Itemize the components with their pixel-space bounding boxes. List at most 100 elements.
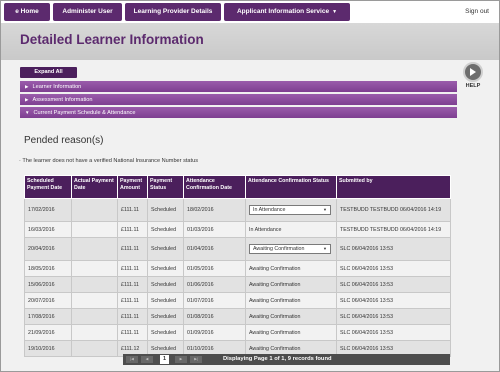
pended-reason-text: The learner does not have a verified Nat… xyxy=(22,158,199,164)
current-page-number[interactable]: 1 xyxy=(160,355,169,364)
cell-actual xyxy=(71,324,118,341)
help-button[interactable]: HELP xyxy=(461,62,485,89)
cell-sched: 15/06/2016 xyxy=(24,276,72,293)
cell-actual xyxy=(71,292,118,309)
table-row: 17/08/2016 £111.11 Scheduled 01/08/2016 Awai… xyxy=(24,308,451,325)
cell-conf-date: 01/08/2016 xyxy=(183,308,246,325)
nav-tab-learning-provider-details[interactable]: Learning Provider Details xyxy=(125,3,221,21)
column-header[interactable]: Actual Payment Date xyxy=(71,175,118,199)
cell-amount: £111.11 xyxy=(117,276,148,293)
cell-submitted-by: TESTBUDD TESTBUDD 06/04/2016 14:19 xyxy=(336,198,451,222)
nav-tab-label: Applicant Information Service xyxy=(236,8,330,15)
column-header[interactable]: Attendance Confirmation Status xyxy=(245,175,337,199)
table-row: 20/07/2016 £111.11 Scheduled 01/07/2016 Awai… xyxy=(24,292,451,309)
nav-tab-administer-user[interactable]: Administer User xyxy=(53,3,122,21)
page-title: Detailed Learner Information xyxy=(20,32,204,47)
cell-conf-date: 01/07/2016 xyxy=(183,292,246,309)
cell-status: Scheduled xyxy=(147,324,184,341)
cell-submitted-by: SLC 06/04/2016 13:53 xyxy=(336,324,451,341)
select-value: In Attendance xyxy=(253,207,286,213)
cell-submitted-by: SLC 06/04/2016 13:53 xyxy=(336,308,451,325)
main-content: Expand All HELP ▶ Learner Information ▶ As… xyxy=(1,60,499,371)
cell-conf-date: 01/06/2016 xyxy=(183,276,246,293)
cell-conf-status: Awaiting Confirmation xyxy=(245,324,337,341)
pagination-bar: |◀ ◀ 1 ▶ ▶| Displaying Page 1 of 1, 9 re… xyxy=(123,354,450,365)
column-header[interactable]: Submitted by xyxy=(336,175,451,199)
cell-submitted-by: SLC 06/04/2016 13:53 xyxy=(336,237,451,261)
first-page-button[interactable]: |◀ xyxy=(126,356,138,363)
cell-sched: 20/07/2016 xyxy=(24,292,72,309)
cell-submitted-by: SLC 06/04/2016 13:53 xyxy=(336,260,451,277)
pended-reasons-heading: Pended reason(s) xyxy=(24,135,104,146)
cell-sched: 18/05/2016 xyxy=(24,260,72,277)
column-header[interactable]: Payment Status xyxy=(147,175,184,199)
table-header-row: Scheduled Payment Date Actual Payment Da… xyxy=(24,175,451,199)
cell-amount: £111.11 xyxy=(117,324,148,341)
cell-conf-status: Awaiting Confirmation xyxy=(245,292,337,309)
help-label: HELP xyxy=(465,83,481,89)
cell-conf-status: Awaiting Confirmation xyxy=(245,260,337,277)
cell-conf-date: 01/04/2016 xyxy=(183,237,246,261)
last-page-button[interactable]: ▶| xyxy=(190,356,202,363)
cell-actual xyxy=(71,260,118,277)
cell-sched: 19/10/2016 xyxy=(24,340,72,357)
cell-status: Scheduled xyxy=(147,198,184,222)
app-window: e Home Administer User Learning Provider… xyxy=(0,0,500,372)
cell-status: Scheduled xyxy=(147,260,184,277)
cell-amount: £111.11 xyxy=(117,260,148,277)
cell-amount: £111.11 xyxy=(117,237,148,261)
column-header[interactable]: Payment Amount xyxy=(117,175,148,199)
cell-status: Scheduled xyxy=(147,237,184,261)
cell-amount: £111.11 xyxy=(117,292,148,309)
cell-sched: 17/08/2016 xyxy=(24,308,72,325)
accordion-learner-information[interactable]: ▶ Learner Information xyxy=(20,81,457,92)
cell-actual xyxy=(71,340,118,357)
attendance-status-select[interactable]: In Attendance ▼ xyxy=(249,205,331,215)
cell-sched: 17/02/2016 xyxy=(24,198,72,222)
top-navigation: e Home Administer User Learning Provider… xyxy=(1,1,499,23)
cell-status: Scheduled xyxy=(147,221,184,238)
cell-conf-status: Awaiting Confirmation ▼ xyxy=(245,237,337,261)
cell-conf-date: 01/09/2016 xyxy=(183,324,246,341)
cell-actual xyxy=(71,198,118,222)
cell-conf-status: In Attendance ▼ xyxy=(245,198,337,222)
previous-page-button[interactable]: ◀ xyxy=(141,356,153,363)
attendance-status-select[interactable]: Awaiting Confirmation ▼ xyxy=(249,244,331,254)
table-row: 16/03/2016 £111.11 Scheduled 01/03/2016 In A… xyxy=(24,221,451,238)
page-header: Detailed Learner Information xyxy=(1,23,499,60)
accordion-label: Current Payment Schedule & Attendance xyxy=(33,110,136,116)
cell-status: Scheduled xyxy=(147,292,184,309)
dropdown-arrow-icon: ▼ xyxy=(323,207,327,212)
cell-conf-status: In Attendance xyxy=(245,221,337,238)
cell-actual xyxy=(71,237,118,261)
next-page-button[interactable]: ▶ xyxy=(175,356,187,363)
cell-sched: 20/04/2016 xyxy=(24,237,72,261)
table-row: 21/09/2016 £111.11 Scheduled 01/09/2016 Awai… xyxy=(24,324,451,341)
cell-conf-status: Awaiting Confirmation xyxy=(245,308,337,325)
cell-status: Scheduled xyxy=(147,276,184,293)
cell-submitted-by: TESTBUDD TESTBUDD 06/04/2016 14:19 xyxy=(336,221,451,238)
cell-actual xyxy=(71,308,118,325)
cell-actual xyxy=(71,221,118,238)
sign-out-link[interactable]: Sign out xyxy=(465,3,489,21)
column-header[interactable]: Scheduled Payment Date xyxy=(24,175,72,199)
cell-conf-date: 01/05/2016 xyxy=(183,260,246,277)
cell-conf-status: Awaiting Confirmation xyxy=(245,276,337,293)
column-header[interactable]: Attendance Confirmation Date xyxy=(183,175,246,199)
table-row: 17/02/2016 £111.11 Scheduled 18/02/2016 In A… xyxy=(24,198,451,222)
cell-conf-date: 01/03/2016 xyxy=(183,221,246,238)
expand-arrow-icon: ▶ xyxy=(25,97,29,102)
cell-amount: £111.11 xyxy=(117,221,148,238)
select-value: Awaiting Confirmation xyxy=(253,246,305,252)
nav-tab-home[interactable]: e Home xyxy=(4,3,50,21)
table-row: 18/05/2016 £111.11 Scheduled 01/05/2016 Awai… xyxy=(24,260,451,277)
cell-conf-date: 18/02/2016 xyxy=(183,198,246,222)
expand-all-button[interactable]: Expand All xyxy=(20,67,77,78)
pended-reason-notice: · The learner does not have a verified N… xyxy=(19,158,198,164)
payment-schedule-table: Scheduled Payment Date Actual Payment Da… xyxy=(24,175,451,357)
accordion-assessment-information[interactable]: ▶ Assessment Information xyxy=(20,94,457,105)
cell-sched: 16/03/2016 xyxy=(24,221,72,238)
cell-actual xyxy=(71,276,118,293)
nav-tab-applicant-information-service[interactable]: Applicant Information Service ▼ xyxy=(224,3,350,21)
accordion-current-payment-schedule[interactable]: ▼ Current Payment Schedule & Attendance xyxy=(20,107,457,118)
